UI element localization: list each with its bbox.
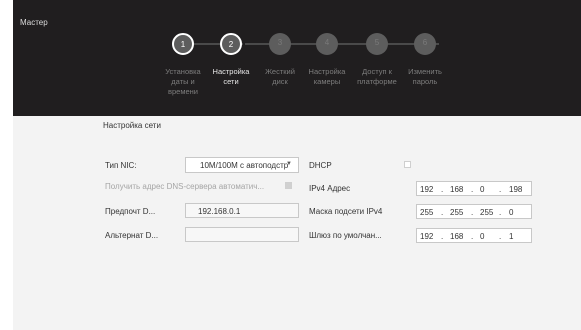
subnet-mask-input[interactable]: 255 . 255 . 255 . 0 (416, 204, 532, 219)
step-5-label: Доступ к платформе (357, 67, 397, 86)
dhcp-label: DHCP (309, 161, 332, 170)
gateway-input[interactable]: 192 . 168 . 0 . 1 (416, 228, 532, 243)
step-1-indicator[interactable]: 1 (172, 33, 194, 55)
step-1-label: Установка даты и времени (165, 67, 201, 96)
step-4-label: Настройка камеры (308, 67, 346, 86)
preferred-dns-label: Предпочт D... (105, 207, 156, 216)
preferred-dns-input[interactable]: 192.168.0.1 (185, 203, 299, 218)
dhcp-checkbox[interactable] (404, 161, 411, 168)
auto-dns-label: Получить адрес DNS-сервера автоматич... (105, 182, 265, 191)
step-3-indicator[interactable]: 3 (269, 33, 291, 55)
subnet-mask-label: Маска подсети IPv4 (309, 207, 383, 216)
step-2-label: Настройка сети (212, 67, 250, 86)
gateway-label: Шлюз по умолчан... (309, 231, 382, 240)
step-5-indicator[interactable]: 5 (366, 33, 388, 55)
ipv4-address-label: IPv4 Адрес (309, 184, 351, 193)
auto-dns-checkbox[interactable] (285, 182, 292, 189)
ipv4-address-input[interactable]: 192 . 168 . 0 . 198 (416, 181, 532, 196)
step-2-indicator[interactable]: 2 (220, 33, 242, 55)
section-title: Настройка сети (103, 121, 161, 130)
step-3-label: Жесткий диск (265, 67, 295, 86)
step-4-indicator[interactable]: 4 (316, 33, 338, 55)
wizard-header: Мастер 1 2 3 4 5 6 Установка даты и врем… (13, 0, 581, 116)
step-6-label: Изменить пароль (408, 67, 442, 86)
alternate-dns-label: Альтернат D... (105, 231, 159, 240)
network-settings-panel (13, 116, 581, 330)
nic-type-value: 10M/100M с автоподстр (200, 161, 289, 170)
nic-type-label: Тип NIC: (105, 161, 137, 170)
chevron-down-icon: ▼ (286, 161, 292, 167)
step-6-indicator[interactable]: 6 (414, 33, 436, 55)
wizard-window: Мастер 1 2 3 4 5 6 Установка даты и врем… (13, 0, 581, 330)
nic-type-select[interactable]: 10M/100M с автоподстр ▼ (185, 157, 299, 173)
alternate-dns-input[interactable] (185, 227, 299, 242)
step-progress: 1 2 3 4 5 6 Установка даты и времени Настр… (13, 0, 581, 116)
